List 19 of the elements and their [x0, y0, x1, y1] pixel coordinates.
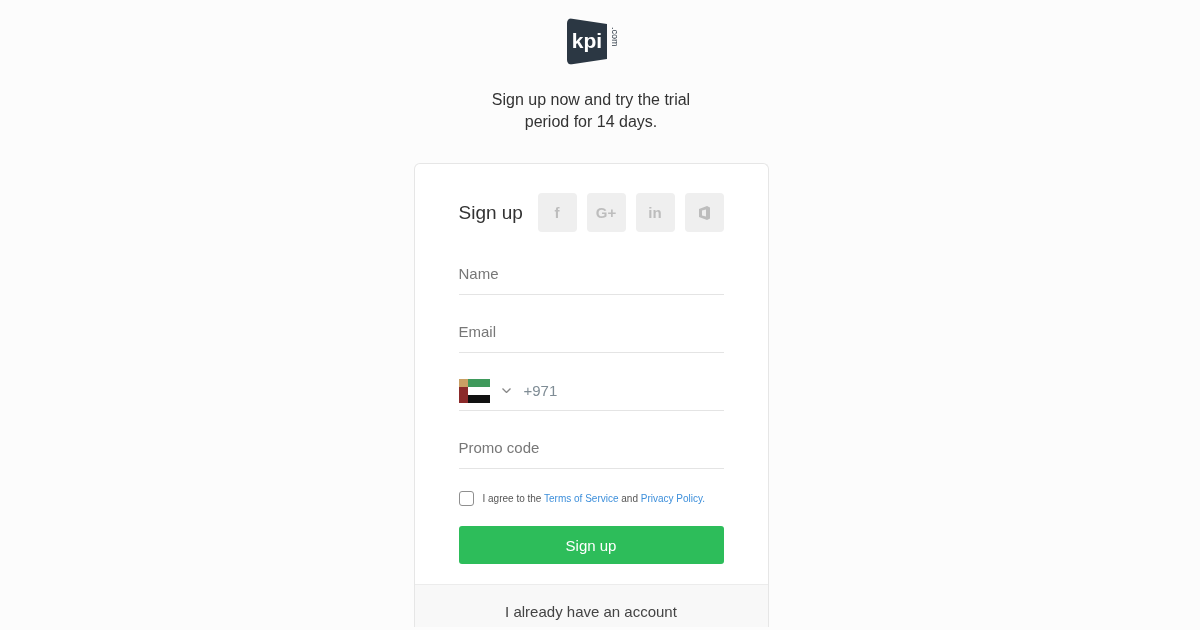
flag-icon: [458, 378, 490, 403]
tagline: Sign up now and try the trial period for 14 days.: [490, 90, 692, 132]
login-link[interactable]: I already have an account: [505, 603, 677, 620]
agreement-text: I agree to the Terms of Service and Privacy Policy.: [482, 493, 706, 504]
social-login-button[interactable]: [684, 193, 724, 232]
office-icon: [698, 205, 710, 220]
input-field[interactable]: Promo code: [458, 429, 724, 469]
signup-button[interactable]: Sign up: [458, 526, 724, 564]
input-field[interactable]: Name: [458, 255, 724, 295]
logo: kpi: [567, 18, 607, 65]
chevron-down-icon: [501, 388, 511, 393]
form-title: Sign up: [458, 201, 523, 224]
country-select[interactable]: [458, 378, 511, 403]
phone-input[interactable]: +971: [523, 375, 724, 406]
input-field[interactable]: Email: [458, 313, 724, 353]
privacy-link[interactable]: Privacy Policy.: [640, 493, 706, 504]
logo-domain: .com: [610, 27, 619, 47]
terms-link[interactable]: Terms of Service: [544, 493, 619, 504]
checkbox[interactable]: [458, 491, 474, 506]
